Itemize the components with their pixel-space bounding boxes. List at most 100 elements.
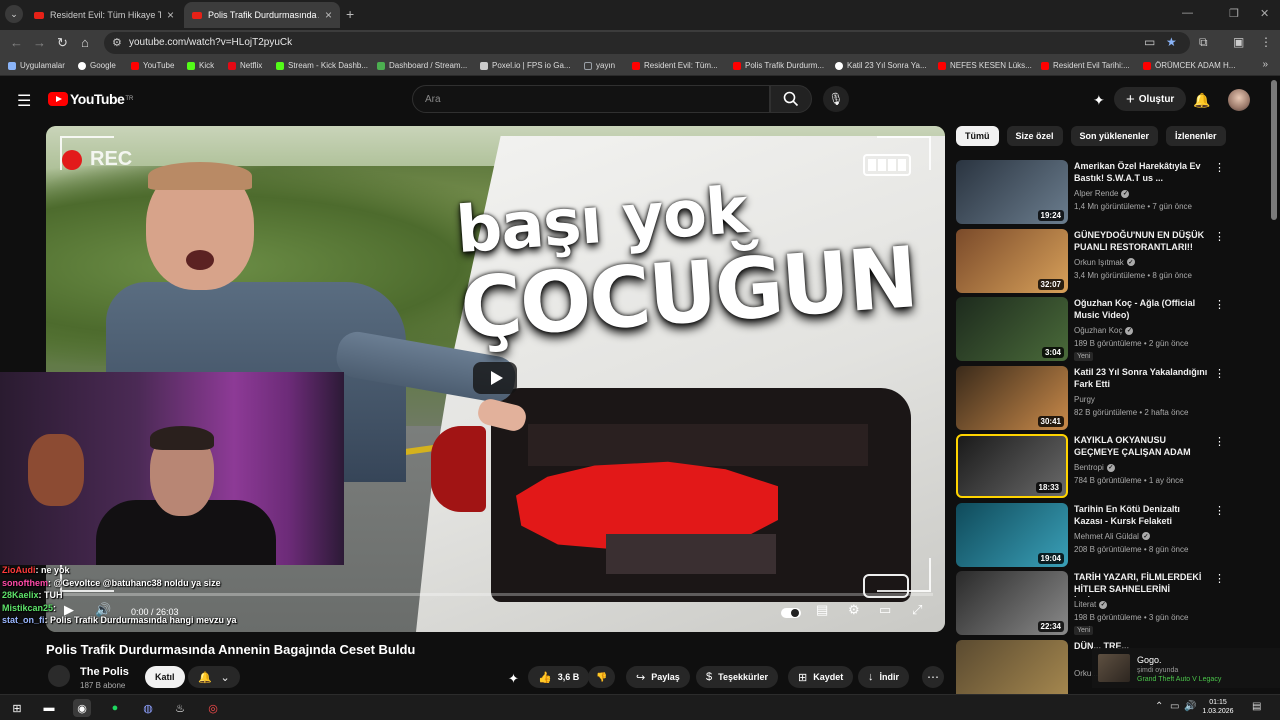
more-actions-button[interactable]: ⋯ [922,666,944,688]
recommendation-item[interactable]: 18:33 KAYIKLA OKYANUSU GEÇMEYE ÇALIŞAN AD… [956,434,1226,498]
bookmark-orumcek-adam[interactable]: ÖRÜMCEK ADAM H... [1143,61,1235,70]
notifications-bell-icon[interactable]: 🔔 [1193,92,1210,109]
steam-icon[interactable]: ♨ [171,699,189,717]
recommendation-title[interactable]: Katil 23 Yıl Sonra Yakalandığını Fark Et… [1074,366,1210,390]
recommendation-title[interactable]: TARİH YAZARI, FİLMLERDEKİ HİTLER SAHNELE… [1074,571,1210,597]
subtitles-icon[interactable]: ▤ [816,602,828,618]
bookmark-resident-evil-tarihi[interactable]: Resident Evil Tarihi:... [1041,61,1130,70]
obs-icon[interactable]: ◎ [204,699,222,717]
recommendation-item[interactable]: 3:04 Oğuzhan Koç - Ağla (Official Music V… [956,297,1226,361]
recommendation-thumbnail[interactable]: 32:07 [956,228,1068,293]
menu-kebab-icon[interactable]: ⋮ [1260,35,1272,49]
recommendation-thumbnail[interactable]: 22:34 [956,571,1068,635]
extensions-icon[interactable]: ⧉ [1199,35,1208,50]
more-options-icon[interactable]: ⋮ [1214,504,1225,517]
search-button[interactable] [770,85,812,113]
game-activity-notification[interactable]: Gogo. şimdi oyunda Grand Theft Auto V Le… [1092,648,1280,688]
bookmark-apps[interactable]: Uygulamalar [8,61,65,70]
address-bar[interactable]: ⚙ youtube.com/watch?v=HLojT2pyuCk ▭ ★ [104,32,1190,54]
bookmark-kick[interactable]: Kick [187,61,214,70]
download-button[interactable]: ↓ İndir [858,666,909,688]
chip-all[interactable]: Tümü [956,126,999,146]
settings-gear-icon[interactable]: ⚙ [848,602,860,618]
account-avatar[interactable] [1228,89,1250,111]
bookmark-netflix[interactable]: Netflix [228,61,262,70]
bookmarks-overflow-icon[interactable]: » [1262,59,1268,70]
bookmark-resident-evil[interactable]: Resident Evil: Tüm... [632,61,718,70]
bookmark-polis-trafik[interactable]: Polis Trafik Durdurm... [733,61,824,70]
join-button[interactable]: Katıl [145,666,185,688]
minimize-icon[interactable]: — [1182,7,1193,19]
cast-icon[interactable]: ▭ [1144,35,1155,49]
profile-icon[interactable]: ▣ [1233,35,1244,49]
network-icon[interactable]: ▭ [1170,701,1179,712]
hamburger-menu-icon[interactable]: ☰ [17,91,31,111]
bookmark-poxel[interactable]: Poxel.io | FPS io Ga... [480,61,571,70]
dislike-button[interactable]: 👎 [588,666,616,688]
maximize-icon[interactable]: ❐ [1229,7,1239,20]
bookmark-katil[interactable]: Katil 23 Yıl Sonra Ya... [835,61,927,70]
chip-watched[interactable]: İzlenenler [1166,126,1226,146]
recommendation-thumbnail[interactable]: 18:33 [956,434,1068,498]
large-play-button[interactable] [473,362,517,394]
bookmark-folder-yayin[interactable]: yayın [584,61,615,70]
close-tab-icon[interactable]: × [167,8,174,22]
more-options-icon[interactable]: ⋮ [1214,367,1225,380]
autoplay-toggle[interactable] [781,608,801,618]
more-options-icon[interactable]: ⋮ [1214,572,1225,585]
recommendation-thumbnail[interactable]: 19:04 [956,502,1068,567]
recommendation-channel[interactable]: Orkun Işıtmak ✓ [1074,258,1135,267]
browser-tab[interactable]: Resident Evil: Tüm Hikaye Türkçe × [26,2,182,28]
bookmark-nefes-kesen[interactable]: NEFES KESEN Lüks... [938,61,1032,70]
system-clock[interactable]: 01:15 1.03.2026 [1200,698,1236,716]
recommendation-item[interactable]: 19:24 Amerikan Özel Harekâtıyla Ev Bastık… [956,160,1226,224]
more-options-icon[interactable]: ⋮ [1214,435,1225,448]
bookmark-google[interactable]: Google [78,61,116,70]
page-scrollbar[interactable] [1271,80,1277,220]
channel-name[interactable]: The Polis [80,666,129,678]
bookmark-kick-dashboard[interactable]: Stream - Kick Dashb... [276,61,368,70]
chip-for-you[interactable]: Size özel [1006,126,1063,146]
miniplayer-icon[interactable]: ▭ [879,602,891,618]
recommendation-channel[interactable]: Mehmet Ali Güldal ✓ [1074,532,1150,541]
recommendation-title[interactable]: Oğuzhan Koç - Ağla (Official Music Video… [1074,297,1210,321]
file-explorer-icon[interactable]: ▬ [40,699,58,717]
chip-recent[interactable]: Son yüklenenler [1070,126,1159,146]
chrome-icon[interactable]: ◉ [73,699,91,717]
browser-tab-active[interactable]: Polis Trafik Durdurmasında Annenin × [184,2,340,28]
discord-icon[interactable]: ◍ [139,699,157,717]
ai-sparkle-icon[interactable]: ✦ [1093,92,1105,109]
close-tab-icon[interactable]: × [325,8,332,22]
recommendation-thumbnail[interactable]: 30:41 [956,365,1068,430]
bookmark-youtube[interactable]: YouTube [131,61,174,70]
tray-overflow-icon[interactable]: ⌃ [1155,701,1163,712]
recommendation-channel[interactable]: Oğuzhan Koç ✓ [1074,326,1134,335]
recommendation-channel[interactable]: Literat ✓ [1074,600,1108,609]
thanks-button[interactable]: $ Teşekkürler [696,666,778,688]
recommendation-item[interactable]: 19:04 Tarihin En Kötü Denizaltı Kazası - … [956,502,1226,567]
search-input[interactable] [413,86,769,112]
close-window-icon[interactable]: ✕ [1260,7,1269,20]
home-icon[interactable]: ⌂ [81,35,89,50]
recommendation-item[interactable]: 30:41 Katil 23 Yıl Sonra Yakalandığını Fa… [956,365,1226,430]
spotify-icon[interactable]: ● [106,699,124,717]
youtube-logo[interactable]: YouTube TR [48,91,133,107]
site-info-icon[interactable]: ⚙ [112,36,122,49]
bookmark-stream-dashboard[interactable]: Dashboard / Stream... [377,61,467,70]
windows-start-icon[interactable]: ⊞ [8,699,26,717]
like-button[interactable]: 👍 3,6 B [528,666,590,688]
channel-avatar[interactable] [48,665,70,687]
recommendation-item[interactable]: 32:07 GÜNEYDOĞU'NUN EN DÜŞÜK PUANLI RESTO… [956,228,1226,293]
recommendation-thumbnail[interactable]: 19:24 [956,160,1068,224]
notifications-icon[interactable]: ▤ [1252,701,1261,712]
recommendation-channel[interactable]: Purgy [1074,395,1095,404]
recommendation-channel[interactable]: Bentropi ✓ [1074,463,1115,472]
volume-tray-icon[interactable]: 🔊 [1184,701,1196,712]
save-button[interactable]: ⊞ Kaydet [788,666,854,688]
ask-ai-icon[interactable]: ✦ [508,671,519,687]
voice-search-button[interactable]: 🎙 [823,86,849,112]
more-options-icon[interactable]: ⋮ [1214,298,1225,311]
reload-icon[interactable]: ↻ [57,35,68,51]
more-options-icon[interactable]: ⋮ [1214,161,1225,174]
tab-search-icon[interactable]: ⌄ [5,5,23,23]
